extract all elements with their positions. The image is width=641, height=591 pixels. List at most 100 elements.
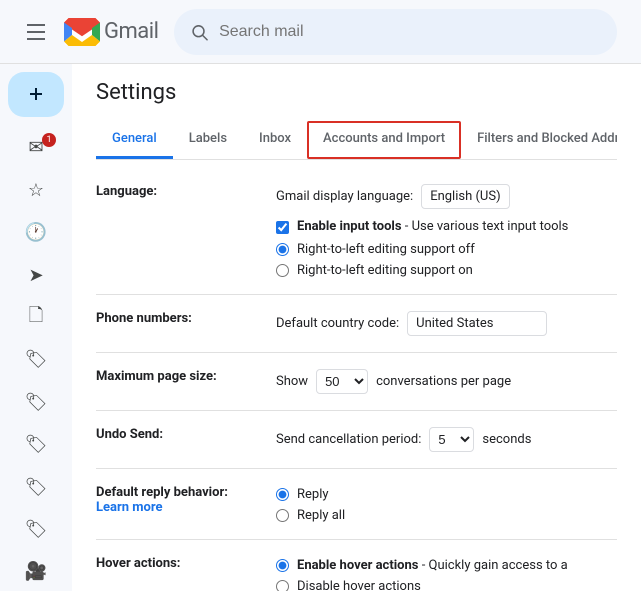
country-code-label: Default country code: [276, 316, 399, 331]
reply-radio-group: Reply Reply all [276, 487, 617, 523]
sidebar-item-drafts[interactable]: 🗋 [8, 298, 64, 336]
enable-input-tools-row: Enable input tools - Use various text in… [276, 219, 617, 234]
sidebar-item-snoozed[interactable]: 🕐 [8, 214, 64, 252]
settings-row-page-size: Maximum page size: Show 10 15 20 25 50 1… [96, 353, 617, 411]
sidebar-item-label4[interactable]: 🏷 [8, 468, 64, 506]
sidebar-item-inbox[interactable]: ✉ 1 [8, 129, 64, 167]
hover-value: Enable hover actions - Quickly gain acce… [276, 540, 617, 591]
country-code-value[interactable]: United States [407, 311, 547, 336]
hover-enable-label: Enable hover actions - Quickly gain acce… [297, 558, 568, 573]
tab-accounts[interactable]: Accounts and Import [307, 121, 461, 159]
page-size-value: Show 10 15 20 25 50 100 conversations pe… [276, 353, 617, 411]
settings-row-phone: Phone numbers: Default country code: Uni… [96, 295, 617, 353]
rtl-off-label: Right-to-left editing support off [297, 242, 475, 257]
settings-title: Settings [96, 80, 617, 105]
phone-value: Default country code: United States [276, 295, 617, 353]
label-icon-3: 🏷 [25, 434, 48, 455]
compose-button[interactable] [8, 72, 64, 117]
sidebar-item-label3[interactable]: 🏷 [8, 426, 64, 464]
phone-country-row: Default country code: United States [276, 311, 617, 336]
undo-send-row: Send cancellation period: 5 10 20 30 sec… [276, 427, 617, 452]
reply-value: Reply Reply all [276, 469, 617, 540]
display-language-label: Gmail display language: [276, 189, 413, 204]
gmail-m-icon [64, 18, 100, 46]
sent-icon: ➤ [28, 265, 43, 286]
meet-icon: 🎥 [25, 561, 47, 582]
label-icon-1: 🏷 [25, 349, 48, 370]
page-size-label: Maximum page size: [96, 353, 276, 411]
per-page-label: conversations per page [376, 374, 511, 389]
reply-all-option[interactable]: Reply all [276, 508, 617, 523]
undo-send-value: Send cancellation period: 5 10 20 30 sec… [276, 411, 617, 469]
cancellation-period-select[interactable]: 5 10 20 30 [429, 427, 474, 452]
hover-enable-radio[interactable] [276, 559, 289, 572]
hover-radio-group: Enable hover actions - Quickly gain acce… [276, 558, 617, 591]
sidebar-item-label5[interactable]: 🏷 [8, 510, 64, 548]
sidebar-item-starred[interactable]: ☆ [8, 171, 64, 209]
hamburger-icon [27, 24, 45, 40]
drafts-icon: 🗋 [29, 303, 43, 333]
reply-option[interactable]: Reply [276, 487, 617, 502]
settings-tabs: General Labels Inbox Accounts and Import… [96, 121, 617, 160]
label-icon-4: 🏷 [25, 477, 48, 498]
reply-learn-more[interactable]: Learn more [96, 500, 163, 515]
main-layout: ✉ 1 ☆ 🕐 ➤ 🗋 🏷 🏷 🏷 🏷 🏷 🎥 [0, 64, 641, 591]
search-input[interactable] [219, 23, 601, 41]
show-label: Show [276, 374, 308, 389]
settings-row-reply: Default reply behavior: Learn more Reply… [96, 469, 617, 540]
hover-enable-option[interactable]: Enable hover actions - Quickly gain acce… [276, 558, 617, 573]
reply-label: Reply [297, 487, 329, 502]
sidebar-item-label1[interactable]: 🏷 [8, 341, 64, 379]
gmail-label: Gmail [104, 19, 158, 44]
language-display-row: Gmail display language: English (US) [276, 184, 617, 209]
page-size-select[interactable]: 10 15 20 25 50 100 [316, 369, 368, 394]
seconds-label: seconds [482, 432, 531, 447]
language-label: Language: [96, 168, 276, 295]
settings-table: Language: Gmail display language: Englis… [96, 168, 617, 591]
label-icon-5: 🏷 [25, 519, 48, 540]
reply-label: Default reply behavior: Learn more [96, 469, 276, 540]
rtl-on-radio[interactable] [276, 264, 289, 277]
language-value: Gmail display language: English (US) Ena… [276, 168, 617, 295]
tab-filters[interactable]: Filters and Blocked Addresses [461, 121, 617, 159]
clock-icon: 🕐 [25, 222, 47, 243]
settings-row-hover: Hover actions: Enable hover actions - Qu… [96, 540, 617, 591]
reply-all-radio[interactable] [276, 509, 289, 522]
sidebar-item-label2[interactable]: 🏷 [8, 383, 64, 421]
sidebar-item-meet[interactable]: 🎥 [8, 553, 64, 591]
rtl-off-radio[interactable] [276, 243, 289, 256]
settings-row-language: Language: Gmail display language: Englis… [96, 168, 617, 295]
menu-button[interactable] [16, 12, 56, 52]
label-icon-2: 🏷 [25, 392, 48, 413]
hover-disable-label: Disable hover actions [297, 579, 421, 591]
reply-radio[interactable] [276, 488, 289, 501]
hover-label: Hover actions: [96, 540, 276, 591]
search-icon [190, 22, 209, 42]
search-bar[interactable] [174, 9, 617, 55]
settings-row-undo-send: Undo Send: Send cancellation period: 5 1… [96, 411, 617, 469]
hover-disable-radio[interactable] [276, 580, 289, 591]
undo-send-label: Undo Send: [96, 411, 276, 469]
phone-label: Phone numbers: [96, 295, 276, 353]
topbar: Gmail [0, 0, 641, 64]
display-language-value[interactable]: English (US) [421, 184, 509, 209]
rtl-off-option[interactable]: Right-to-left editing support off [276, 242, 617, 257]
page-size-row: Show 10 15 20 25 50 100 conversations pe… [276, 369, 617, 394]
inbox-badge: 1 [42, 133, 56, 147]
tab-labels[interactable]: Labels [173, 121, 243, 159]
hover-disable-option[interactable]: Disable hover actions [276, 579, 617, 591]
tab-inbox[interactable]: Inbox [243, 121, 307, 159]
sidebar-item-sent[interactable]: ➤ [8, 256, 64, 294]
settings-content: Settings General Labels Inbox Accounts a… [72, 64, 641, 591]
tab-general[interactable]: General [96, 121, 173, 159]
rtl-radio-group: Right-to-left editing support off Right-… [276, 242, 617, 278]
reply-all-label: Reply all [297, 508, 345, 523]
sidebar: ✉ 1 ☆ 🕐 ➤ 🗋 🏷 🏷 🏷 🏷 🏷 🎥 [0, 64, 72, 591]
enable-input-tools-label: Enable input tools - Use various text in… [297, 219, 568, 234]
star-icon: ☆ [28, 180, 44, 201]
enable-input-tools-checkbox[interactable] [276, 221, 289, 234]
rtl-on-label: Right-to-left editing support on [297, 263, 473, 278]
rtl-on-option[interactable]: Right-to-left editing support on [276, 263, 617, 278]
gmail-logo[interactable]: Gmail [64, 18, 158, 46]
compose-icon [24, 82, 48, 106]
